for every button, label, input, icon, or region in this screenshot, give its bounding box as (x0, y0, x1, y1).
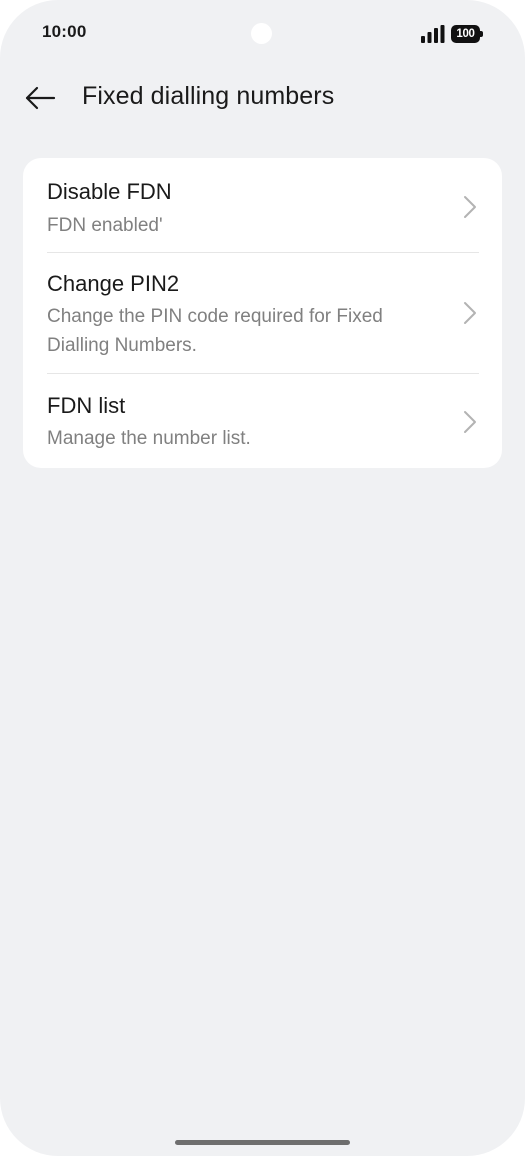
battery-tip (480, 31, 483, 37)
fdn-list-subtitle: Manage the number list. (47, 428, 251, 449)
page-title: Fixed dialling numbers (82, 82, 335, 110)
chevron-right-icon (464, 302, 476, 324)
disable-fdn-item[interactable]: Disable FDN FDN enabled' (23, 158, 502, 252)
fdn-list-title: FDN list (47, 393, 126, 418)
battery-level: 100 (451, 25, 480, 43)
arrow-left-icon (25, 86, 56, 110)
change-pin2-subtitle: Change the PIN code required for Fixed D… (47, 306, 383, 356)
battery-icon: 100 (451, 25, 483, 43)
disable-fdn-title: Disable FDN (47, 179, 172, 204)
status-time: 10:00 (42, 22, 87, 41)
phone-screen: 10:00 100 Fixed dialling numbers Disable… (0, 0, 525, 1156)
change-pin2-item[interactable]: Change PIN2 Change the PIN code required… (23, 253, 502, 373)
home-indicator[interactable] (175, 1140, 350, 1145)
signal-icon (421, 25, 445, 43)
settings-card: Disable FDN FDN enabled' Change PIN2 Cha… (23, 158, 502, 468)
status-bar: 10:00 100 (0, 0, 525, 68)
back-button[interactable] (18, 76, 62, 120)
disable-fdn-subtitle: FDN enabled' (47, 215, 163, 236)
fdn-list-item[interactable]: FDN list Manage the number list. (23, 374, 502, 468)
chevron-right-icon (464, 196, 476, 218)
camera-cutout (251, 23, 272, 44)
header: Fixed dialling numbers (0, 70, 525, 126)
change-pin2-title: Change PIN2 (47, 271, 180, 296)
chevron-right-icon (464, 411, 476, 433)
